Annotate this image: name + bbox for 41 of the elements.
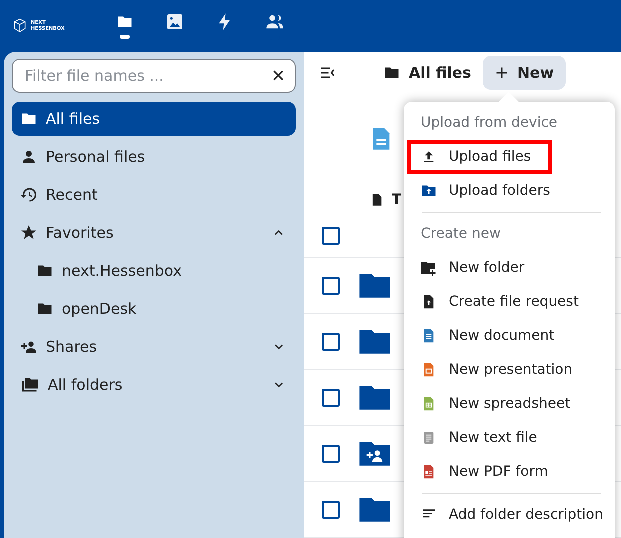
row-checkbox[interactable] bbox=[322, 388, 340, 407]
select-all-checkbox[interactable] bbox=[322, 227, 340, 246]
person-icon bbox=[20, 148, 38, 166]
clear-button[interactable]: × bbox=[272, 65, 285, 87]
menu-item[interactable]: Create file request bbox=[407, 285, 611, 319]
filter-field[interactable]: Filter file names ... × bbox=[12, 59, 296, 93]
menu-item[interactable]: New presentation bbox=[407, 353, 611, 387]
menu-item[interactable]: New folder bbox=[407, 251, 611, 285]
menu-heading: Create new bbox=[420, 225, 502, 244]
row-checkbox[interactable] bbox=[322, 444, 340, 463]
active-indicator bbox=[120, 35, 130, 39]
menu-item[interactable]: New PDF form bbox=[407, 455, 611, 489]
folder-plus-icon bbox=[420, 259, 438, 277]
logo-icon bbox=[12, 18, 28, 34]
menu-item[interactable]: New text file bbox=[407, 421, 611, 455]
image-icon bbox=[165, 12, 185, 32]
sidebar-item[interactable]: next.Hessenbox bbox=[12, 254, 296, 288]
sidebar-item[interactable]: Recent bbox=[12, 178, 296, 212]
menu-heading: Upload from device bbox=[420, 114, 559, 133]
row-checkbox[interactable] bbox=[322, 500, 340, 519]
history-icon bbox=[20, 186, 38, 204]
menu-item[interactable]: New document bbox=[407, 319, 611, 353]
row-checkbox[interactable] bbox=[322, 332, 340, 351]
breadcrumb[interactable]: All files bbox=[409, 64, 472, 82]
menu-item[interactable]: New spreadsheet bbox=[407, 387, 611, 421]
sidebar-item[interactable]: Shares bbox=[12, 330, 296, 364]
menu-item[interactable]: Upload folders bbox=[407, 174, 611, 208]
new-button[interactable]: New bbox=[483, 56, 566, 90]
menu-item[interactable]: Upload files bbox=[407, 140, 552, 174]
plus-icon bbox=[495, 66, 510, 80]
sidebar-item[interactable]: Personal files bbox=[12, 140, 296, 174]
sidebar-item[interactable]: All files bbox=[12, 102, 296, 136]
menu-item[interactable]: Add folder description bbox=[407, 498, 611, 532]
column-header[interactable]: T bbox=[392, 192, 402, 208]
row-checkbox[interactable] bbox=[322, 276, 340, 295]
star-icon bbox=[20, 224, 38, 242]
sidebar-item[interactable]: openDesk bbox=[12, 292, 296, 326]
file-icon bbox=[370, 192, 384, 208]
sidebar-item[interactable]: Favorites bbox=[12, 216, 296, 250]
sidebar-item[interactable]: All folders bbox=[12, 368, 296, 402]
folders-icon bbox=[20, 376, 40, 394]
